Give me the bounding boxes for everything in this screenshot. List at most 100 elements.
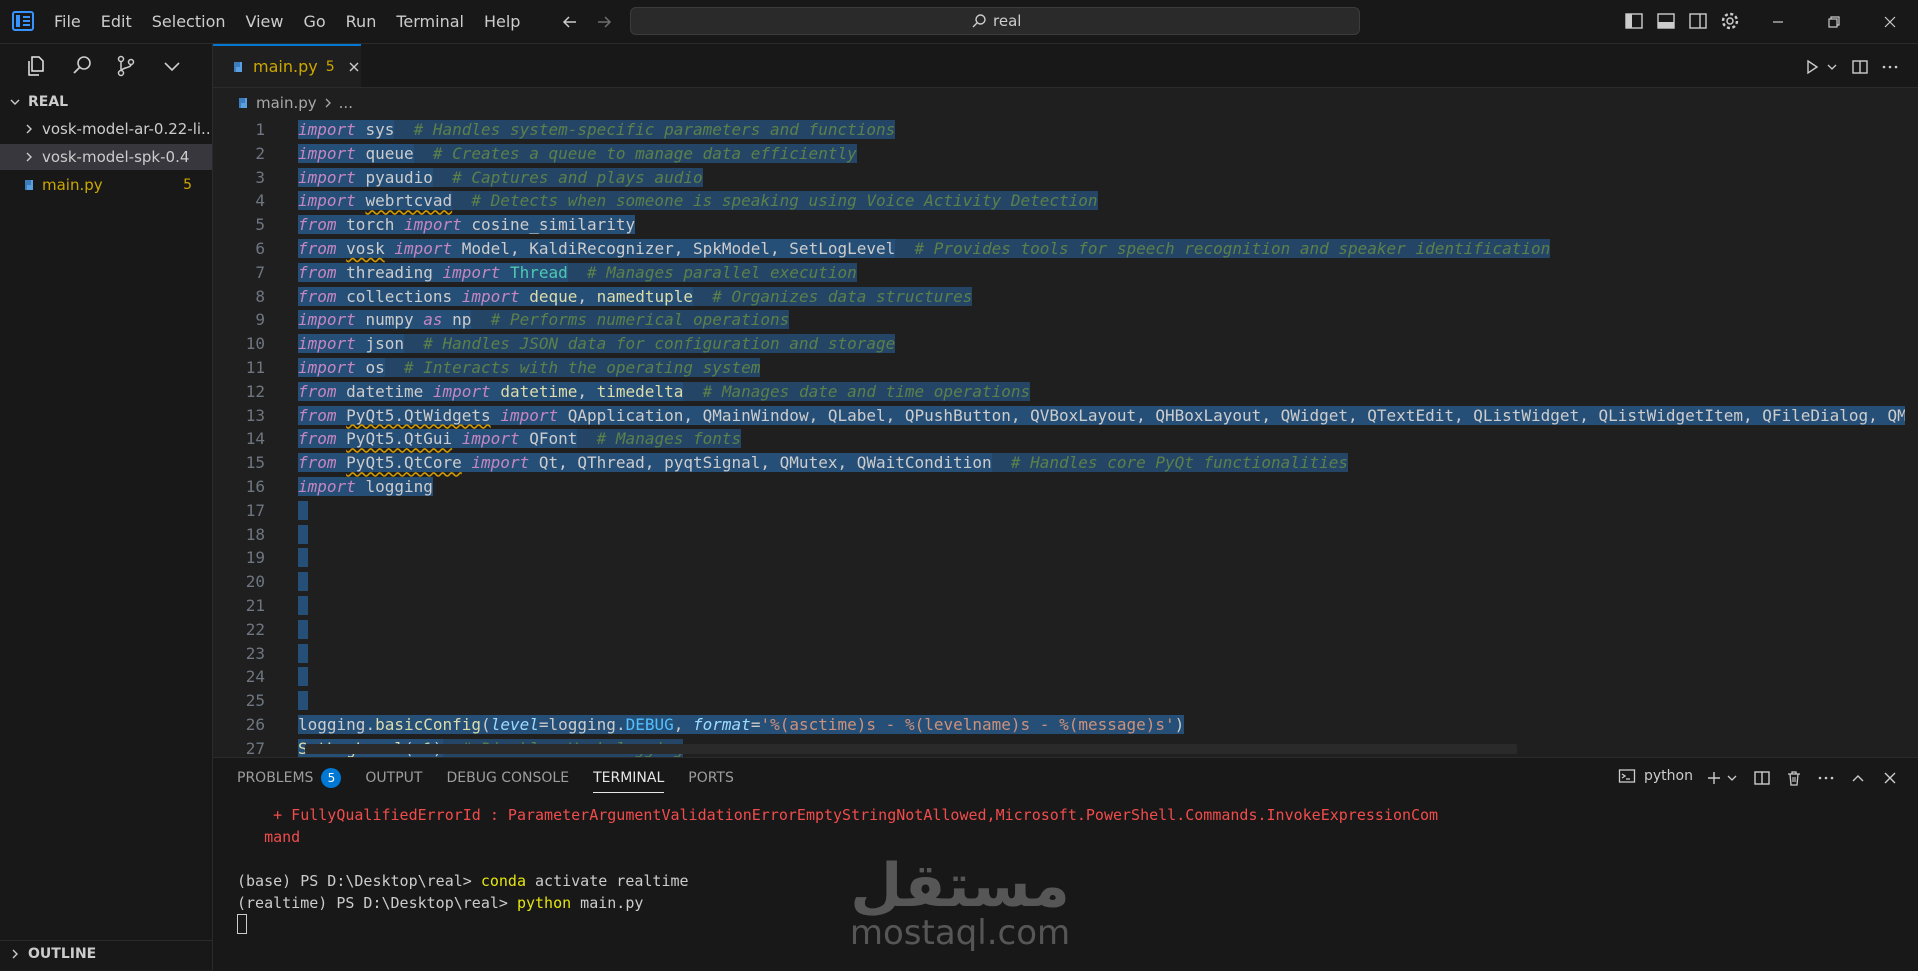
toggle-panel-icon[interactable] xyxy=(1656,11,1676,31)
code-token: from xyxy=(298,286,337,306)
editor-scrollbar[interactable] xyxy=(1905,114,1918,757)
back-arrow-icon[interactable] xyxy=(560,12,580,32)
run-python-file-icon[interactable] xyxy=(1803,58,1821,76)
close-panel-icon[interactable] xyxy=(1881,769,1899,787)
menu-run[interactable]: Run xyxy=(336,0,387,43)
breadcrumb-file[interactable]: main.py xyxy=(256,94,317,112)
code-line[interactable]: 17 xyxy=(213,499,1918,523)
command-center-search[interactable]: real xyxy=(630,7,1360,35)
split-terminal-icon[interactable] xyxy=(1753,769,1771,787)
empty-selection xyxy=(298,619,308,639)
tab-output[interactable]: OUTPUT xyxy=(365,758,422,798)
tab-problem-count: 5 xyxy=(325,58,335,75)
tab-ports[interactable]: PORTS xyxy=(688,758,734,798)
code-line[interactable]: 6 from vosk import Model, KaldiRecognizer… xyxy=(213,237,1918,261)
chevron-right-icon xyxy=(323,97,333,109)
chevron-down-icon[interactable] xyxy=(1825,58,1839,76)
tree-folder-vosk-model-spk[interactable]: vosk-model-spk-0.4 xyxy=(0,144,212,170)
close-icon[interactable] xyxy=(347,60,361,74)
menu-go[interactable]: Go xyxy=(293,0,335,43)
toggle-primary-sidebar-icon[interactable] xyxy=(1624,11,1644,31)
horizontal-scrollbar[interactable] xyxy=(305,744,1517,754)
terminal-profile-label: python xyxy=(1644,768,1693,784)
trash-icon[interactable] xyxy=(1785,769,1803,787)
code-token xyxy=(336,405,347,425)
line-number: 4 xyxy=(255,191,265,211)
minimize-icon[interactable] xyxy=(1768,12,1788,32)
code-token xyxy=(355,358,366,377)
code-line[interactable]: 26 logging.basicConfig(level=logging.DEBU… xyxy=(213,713,1918,737)
menu-terminal[interactable]: Terminal xyxy=(386,0,474,43)
forward-arrow-icon[interactable] xyxy=(594,12,614,32)
search-text: real xyxy=(993,12,1022,30)
code-line[interactable]: 15 from PyQt5.QtCore import Qt, QThread, … xyxy=(213,451,1918,475)
line-number: 20 xyxy=(245,572,265,592)
split-editor-icon[interactable] xyxy=(1851,58,1869,76)
code-line[interactable]: 5 from torch import cosine_similarity xyxy=(213,213,1918,237)
chevron-down-icon[interactable] xyxy=(1725,769,1739,787)
code-line[interactable]: 1 import sys # Handles system-specific pa… xyxy=(213,118,1918,142)
code-line[interactable]: 14 from PyQt5.QtGui import QFont # Manage… xyxy=(213,427,1918,451)
explorer-root-header[interactable]: REAL xyxy=(0,90,212,114)
menu-file[interactable]: File xyxy=(44,0,91,43)
code-token: import xyxy=(298,310,356,330)
explorer-files-icon[interactable] xyxy=(24,54,48,78)
tab-main-py[interactable]: main.py 5 xyxy=(213,44,361,87)
menu-edit[interactable]: Edit xyxy=(91,0,142,43)
outline-header[interactable]: OUTLINE xyxy=(0,940,212,967)
code-editor[interactable]: 1 import sys # Handles system-specific pa… xyxy=(213,114,1918,757)
menu-help[interactable]: Help xyxy=(474,0,530,43)
code-token: import xyxy=(298,477,356,496)
code-token xyxy=(461,453,472,473)
code-line[interactable]: 2 import queue # Creates a queue to manag… xyxy=(213,142,1918,166)
code-line[interactable]: 16 import logging xyxy=(213,475,1918,499)
code-token xyxy=(490,381,501,401)
tree-file-main-py[interactable]: main.py 5 xyxy=(0,172,212,198)
more-actions-icon[interactable] xyxy=(1817,769,1835,787)
code-line[interactable]: 13 from PyQt5.QtWidgets import QApplicati… xyxy=(213,404,1918,428)
code-line[interactable]: 20 xyxy=(213,570,1918,594)
code-token xyxy=(336,286,347,306)
code-line[interactable]: 3 import pyaudio # Captures and plays aud… xyxy=(213,166,1918,190)
gear-icon[interactable] xyxy=(1720,11,1740,31)
code-token: import xyxy=(298,191,356,211)
code-token: vosk xyxy=(346,239,385,258)
code-line[interactable]: 24 xyxy=(213,665,1918,689)
code-line[interactable]: 9 import numpy as np # Performs numerical… xyxy=(213,308,1918,332)
line-number: 10 xyxy=(245,334,265,354)
code-line[interactable]: 19 xyxy=(213,546,1918,570)
menu-selection[interactable]: Selection xyxy=(142,0,236,43)
breadcrumb-symbol[interactable]: ... xyxy=(339,94,353,112)
tab-terminal[interactable]: TERMINAL xyxy=(593,758,665,798)
toggle-secondary-sidebar-icon[interactable] xyxy=(1688,11,1708,31)
restore-icon[interactable] xyxy=(1824,12,1844,32)
add-terminal-icon[interactable] xyxy=(1705,769,1723,787)
code-line[interactable]: 25 xyxy=(213,689,1918,713)
more-actions-icon[interactable] xyxy=(1881,58,1899,76)
code-token: level xyxy=(490,715,539,734)
maximize-panel-icon[interactable] xyxy=(1849,769,1867,787)
line-content xyxy=(298,642,308,666)
code-line[interactable]: 10 import json # Handles JSON data for co… xyxy=(213,332,1918,356)
code-line[interactable]: 23 xyxy=(213,642,1918,666)
code-line[interactable]: 12 from datetime import datetime, timedel… xyxy=(213,380,1918,404)
menu-view[interactable]: View xyxy=(236,0,294,43)
close-window-icon[interactable] xyxy=(1880,12,1900,32)
code-line[interactable]: 7 from threading import Thread # Manages … xyxy=(213,261,1918,285)
tree-folder-vosk-model-ar[interactable]: vosk-model-ar-0.22-li... xyxy=(0,116,212,142)
tab-problems[interactable]: PROBLEMS 5 xyxy=(237,758,342,798)
code-line[interactable]: 22 xyxy=(213,618,1918,642)
code-line[interactable]: 18 xyxy=(213,523,1918,547)
tab-debug-console[interactable]: DEBUG CONSOLE xyxy=(446,758,569,798)
code-line[interactable]: 11 import os # Interacts with the operati… xyxy=(213,356,1918,380)
code-line[interactable]: 21 xyxy=(213,594,1918,618)
code-token xyxy=(519,286,530,306)
code-token: import xyxy=(461,429,520,449)
chevron-down-icon[interactable] xyxy=(160,54,184,78)
code-line[interactable]: 8 from collections import deque, namedtup… xyxy=(213,285,1918,309)
terminal-profile-selector[interactable]: python xyxy=(1618,767,1693,785)
outline-label: OUTLINE xyxy=(28,946,97,962)
search-icon[interactable] xyxy=(70,54,94,78)
code-line[interactable]: 4 import webrtcvad # Detects when someone… xyxy=(213,189,1918,213)
source-control-icon[interactable] xyxy=(114,54,138,78)
